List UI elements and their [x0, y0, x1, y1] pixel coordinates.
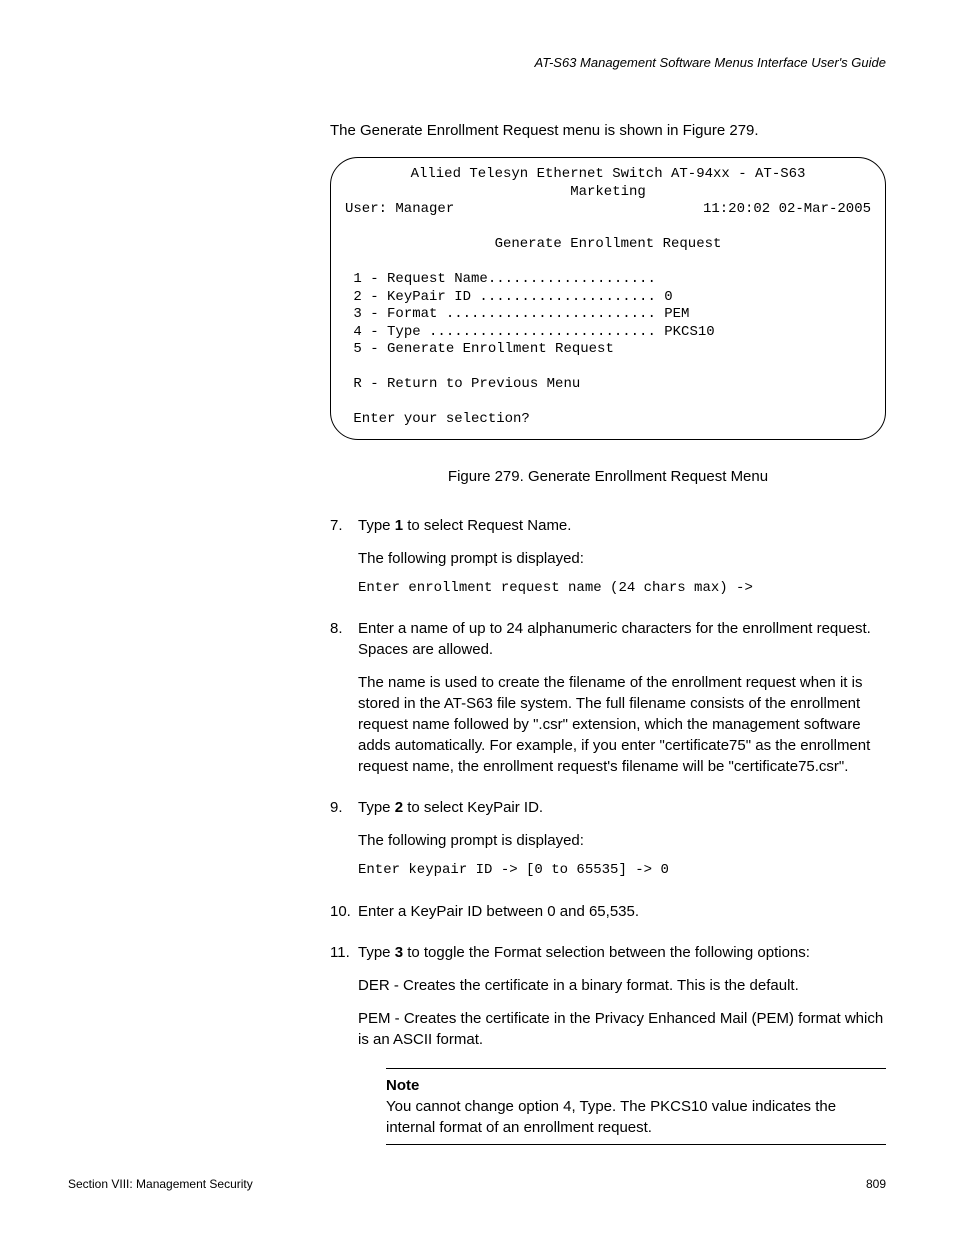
- step-11: 11. Type 3 to toggle the Format selectio…: [330, 942, 886, 1145]
- step-mono: Enter enrollment request name (24 chars …: [358, 579, 886, 599]
- terminal-subtitle: Marketing: [570, 184, 646, 200]
- terminal-item-2: 2 - KeyPair ID ..................... 0: [353, 289, 672, 305]
- step-number: 9.: [330, 797, 343, 818]
- step-text: Type 3 to toggle the Format selection be…: [358, 944, 810, 961]
- terminal-screen: Allied Telesyn Ethernet Switch AT-94xx -…: [330, 157, 886, 440]
- step-number: 7.: [330, 515, 343, 536]
- step-8: 8. Enter a name of up to 24 alphanumeric…: [330, 618, 886, 777]
- step-text: Type 1 to select Request Name.: [358, 517, 571, 534]
- step-7: 7. Type 1 to select Request Name. The fo…: [330, 515, 886, 599]
- step-text: Enter a name of up to 24 alphanumeric ch…: [358, 620, 871, 658]
- terminal-timestamp: 11:20:02 02-Mar-2005: [703, 201, 871, 219]
- intro-text: The Generate Enrollment Request menu is …: [330, 120, 886, 141]
- note-block: Note You cannot change option 4, Type. T…: [386, 1068, 886, 1145]
- page-header: AT-S63 Management Software Menus Interfa…: [68, 54, 886, 72]
- terminal-item-1: 1 - Request Name....................: [353, 271, 655, 287]
- footer-page-number: 809: [866, 1176, 886, 1193]
- step-para: The following prompt is displayed:: [358, 830, 886, 851]
- step-mono: Enter keypair ID -> [0 to 65535] -> 0: [358, 861, 886, 881]
- step-para: DER - Creates the certificate in a binar…: [358, 975, 886, 996]
- step-text: Enter a KeyPair ID between 0 and 65,535.: [358, 903, 639, 920]
- terminal-title: Allied Telesyn Ethernet Switch AT-94xx -…: [411, 166, 806, 182]
- figure-caption: Figure 279. Generate Enrollment Request …: [330, 466, 886, 487]
- step-number: 8.: [330, 618, 343, 639]
- terminal-prompt: Enter your selection?: [353, 411, 529, 427]
- note-body: You cannot change option 4, Type. The PK…: [386, 1096, 886, 1138]
- step-number: 10.: [330, 901, 351, 922]
- step-number: 11.: [330, 942, 350, 963]
- step-10: 10. Enter a KeyPair ID between 0 and 65,…: [330, 901, 886, 922]
- terminal-item-5: 5 - Generate Enrollment Request: [353, 341, 613, 357]
- terminal-item-3: 3 - Format ......................... PEM: [353, 306, 689, 322]
- step-9: 9. Type 2 to select KeyPair ID. The foll…: [330, 797, 886, 881]
- footer-section: Section VIII: Management Security: [68, 1176, 253, 1193]
- terminal-user: User: Manager: [345, 201, 454, 219]
- note-title: Note: [386, 1075, 886, 1096]
- terminal-item-4: 4 - Type ........................... PKC…: [353, 324, 714, 340]
- step-para: The following prompt is displayed:: [358, 548, 886, 569]
- step-para: PEM - Creates the certificate in the Pri…: [358, 1008, 886, 1050]
- step-text: Type 2 to select KeyPair ID.: [358, 799, 543, 816]
- step-para: The name is used to create the filename …: [358, 672, 886, 777]
- terminal-return: R - Return to Previous Menu: [353, 376, 580, 392]
- terminal-menu-title: Generate Enrollment Request: [495, 236, 722, 252]
